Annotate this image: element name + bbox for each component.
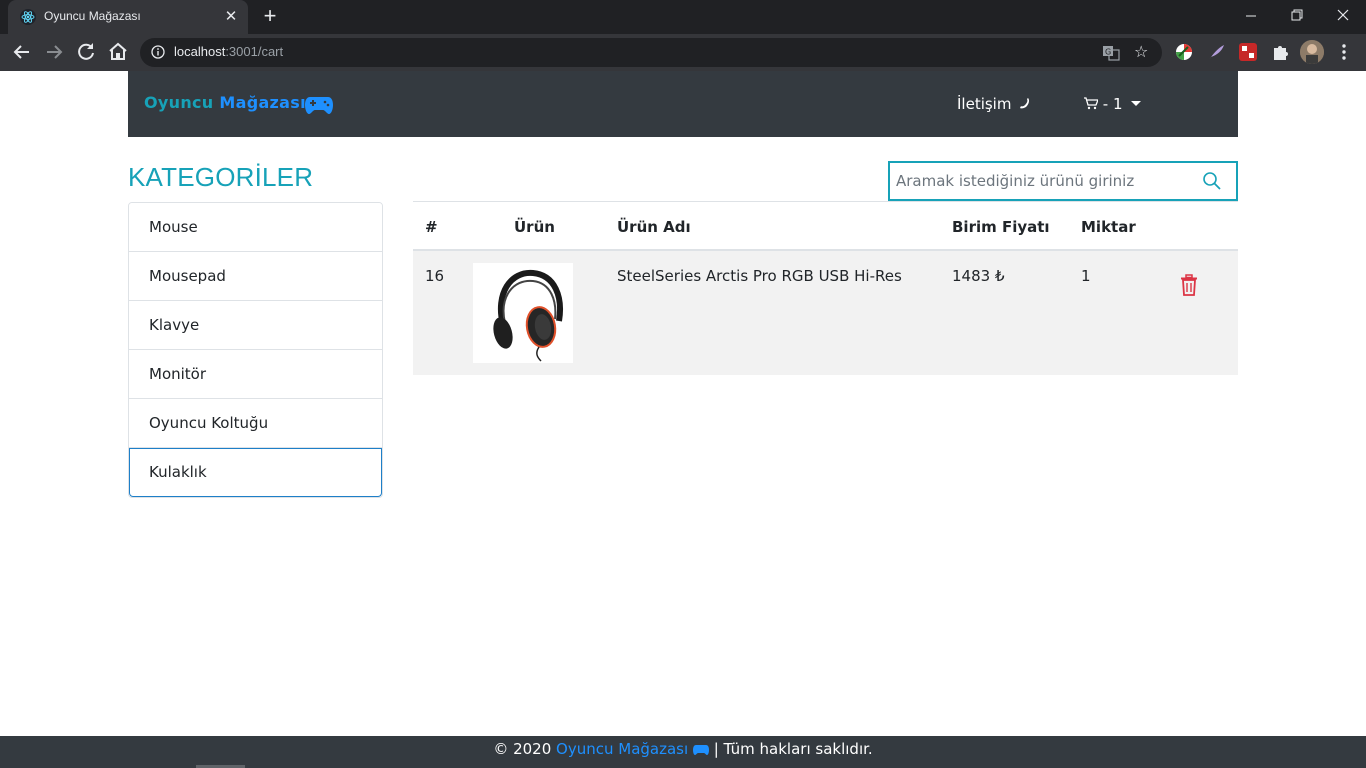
cart-dropdown[interactable]: - 1 <box>1084 95 1142 113</box>
brand-name-part2: Mağazası <box>219 93 306 112</box>
brand-name-part1: Oyuncu <box>144 93 214 112</box>
category-item[interactable]: Mousepad <box>129 252 382 301</box>
back-icon[interactable] <box>10 40 34 64</box>
table-row: 16 SteelSeries Arctis Pro RGB USB Hi-Res… <box>413 251 1238 375</box>
header-id: # <box>425 218 438 236</box>
site-footer: © 2020 Oyuncu Mağazası | Tüm hakları sak… <box>0 736 1366 768</box>
browser-toolbar: localhost:3001/cart G ☆ <box>0 34 1366 71</box>
restore-button[interactable] <box>1274 0 1320 32</box>
footer-copyright: © 2020 <box>493 740 552 758</box>
row-product-name: SteelSeries Arctis Pro RGB USB Hi-Res <box>617 267 902 285</box>
search-box[interactable]: Aramak istediğiniz ürünü giriniz <box>888 161 1238 201</box>
caret-down-icon <box>1131 101 1142 106</box>
new-tab-button[interactable]: + <box>258 5 282 28</box>
extensions-puzzle-icon[interactable] <box>1270 42 1290 62</box>
close-icon <box>1337 9 1349 21</box>
browser-tab-strip: Oyuncu Mağazası ✕ + <box>0 0 1366 34</box>
category-item[interactable]: Oyuncu Koltuğu <box>129 399 382 448</box>
row-quantity: 1 <box>1081 267 1091 285</box>
reload-icon[interactable] <box>74 40 98 64</box>
category-list: Mouse Mousepad Klavye Monitör Oyuncu Koltuğu… <box>128 202 383 498</box>
category-item[interactable]: Kulaklık <box>129 448 382 497</box>
profile-photo-icon <box>1300 40 1324 64</box>
bookmark-star-icon[interactable]: ☆ <box>1134 43 1152 61</box>
brand-logo[interactable]: Oyuncu Mağazası <box>144 93 306 112</box>
gamepad-icon <box>692 745 709 755</box>
categories-heading: KATEGORİLER <box>128 162 314 192</box>
footer-brand-link[interactable]: Oyuncu Mağazası <box>556 740 688 758</box>
header-product: Ürün <box>514 218 555 236</box>
category-item[interactable]: Monitör <box>129 350 382 399</box>
svg-text:G: G <box>1105 48 1111 57</box>
color-picker-extension-icon[interactable] <box>1174 42 1194 62</box>
forward-icon[interactable] <box>42 40 66 64</box>
restore-icon <box>1291 9 1303 21</box>
tab-title: Oyuncu Mağazası <box>44 9 141 23</box>
search-icon[interactable] <box>1202 171 1222 191</box>
contact-label: İletişim <box>957 95 1012 113</box>
contact-link[interactable]: İletişim <box>957 95 1032 113</box>
product-image <box>473 263 573 363</box>
search-input[interactable]: Aramak istediğiniz ürünü giriniz <box>896 172 1134 190</box>
minimize-button[interactable] <box>1228 0 1274 32</box>
close-tab-icon[interactable]: ✕ <box>222 7 240 25</box>
url-text: localhost:3001/cart <box>174 44 284 59</box>
minimize-icon <box>1246 15 1256 17</box>
translate-icon[interactable]: G <box>1102 44 1120 62</box>
red-extension-icon[interactable] <box>1238 42 1258 62</box>
close-window-button[interactable] <box>1320 0 1366 32</box>
header-quantity: Miktar <box>1081 218 1136 236</box>
headset-icon <box>493 269 563 362</box>
cart-table: # Ürün Ürün Adı Birim Fiyatı Miktar 16 S… <box>413 201 1238 375</box>
more-menu-icon[interactable] <box>1336 42 1352 62</box>
row-id: 16 <box>425 267 445 285</box>
cart-count: - 1 <box>1102 95 1123 113</box>
category-item[interactable]: Klavye <box>129 301 382 350</box>
trash-icon[interactable] <box>1180 274 1198 296</box>
header-product-name: Ürün Adı <box>617 218 691 236</box>
react-icon <box>20 9 36 25</box>
address-bar[interactable]: localhost:3001/cart G ☆ <box>140 38 1162 67</box>
table-header: # Ürün Ürün Adı Birim Fiyatı Miktar <box>413 201 1238 251</box>
home-icon[interactable] <box>106 40 130 64</box>
phone-icon <box>1020 98 1030 109</box>
row-unit-price: 1483 ₺ <box>952 267 1005 285</box>
shopping-cart-icon <box>1084 97 1098 110</box>
gamepad-icon <box>305 97 333 114</box>
info-icon[interactable] <box>151 45 165 59</box>
footer-rights: | Tüm hakları saklıdır. <box>713 740 873 758</box>
profile-avatar[interactable] <box>1300 40 1324 64</box>
header-unit-price: Birim Fiyatı <box>952 218 1050 236</box>
site-navbar: Oyuncu Mağazası İletişim - 1 <box>128 71 1238 137</box>
category-item[interactable]: Mouse <box>129 203 382 252</box>
feather-extension-icon[interactable] <box>1206 42 1226 62</box>
browser-tab[interactable]: Oyuncu Mağazası ✕ <box>8 0 248 34</box>
